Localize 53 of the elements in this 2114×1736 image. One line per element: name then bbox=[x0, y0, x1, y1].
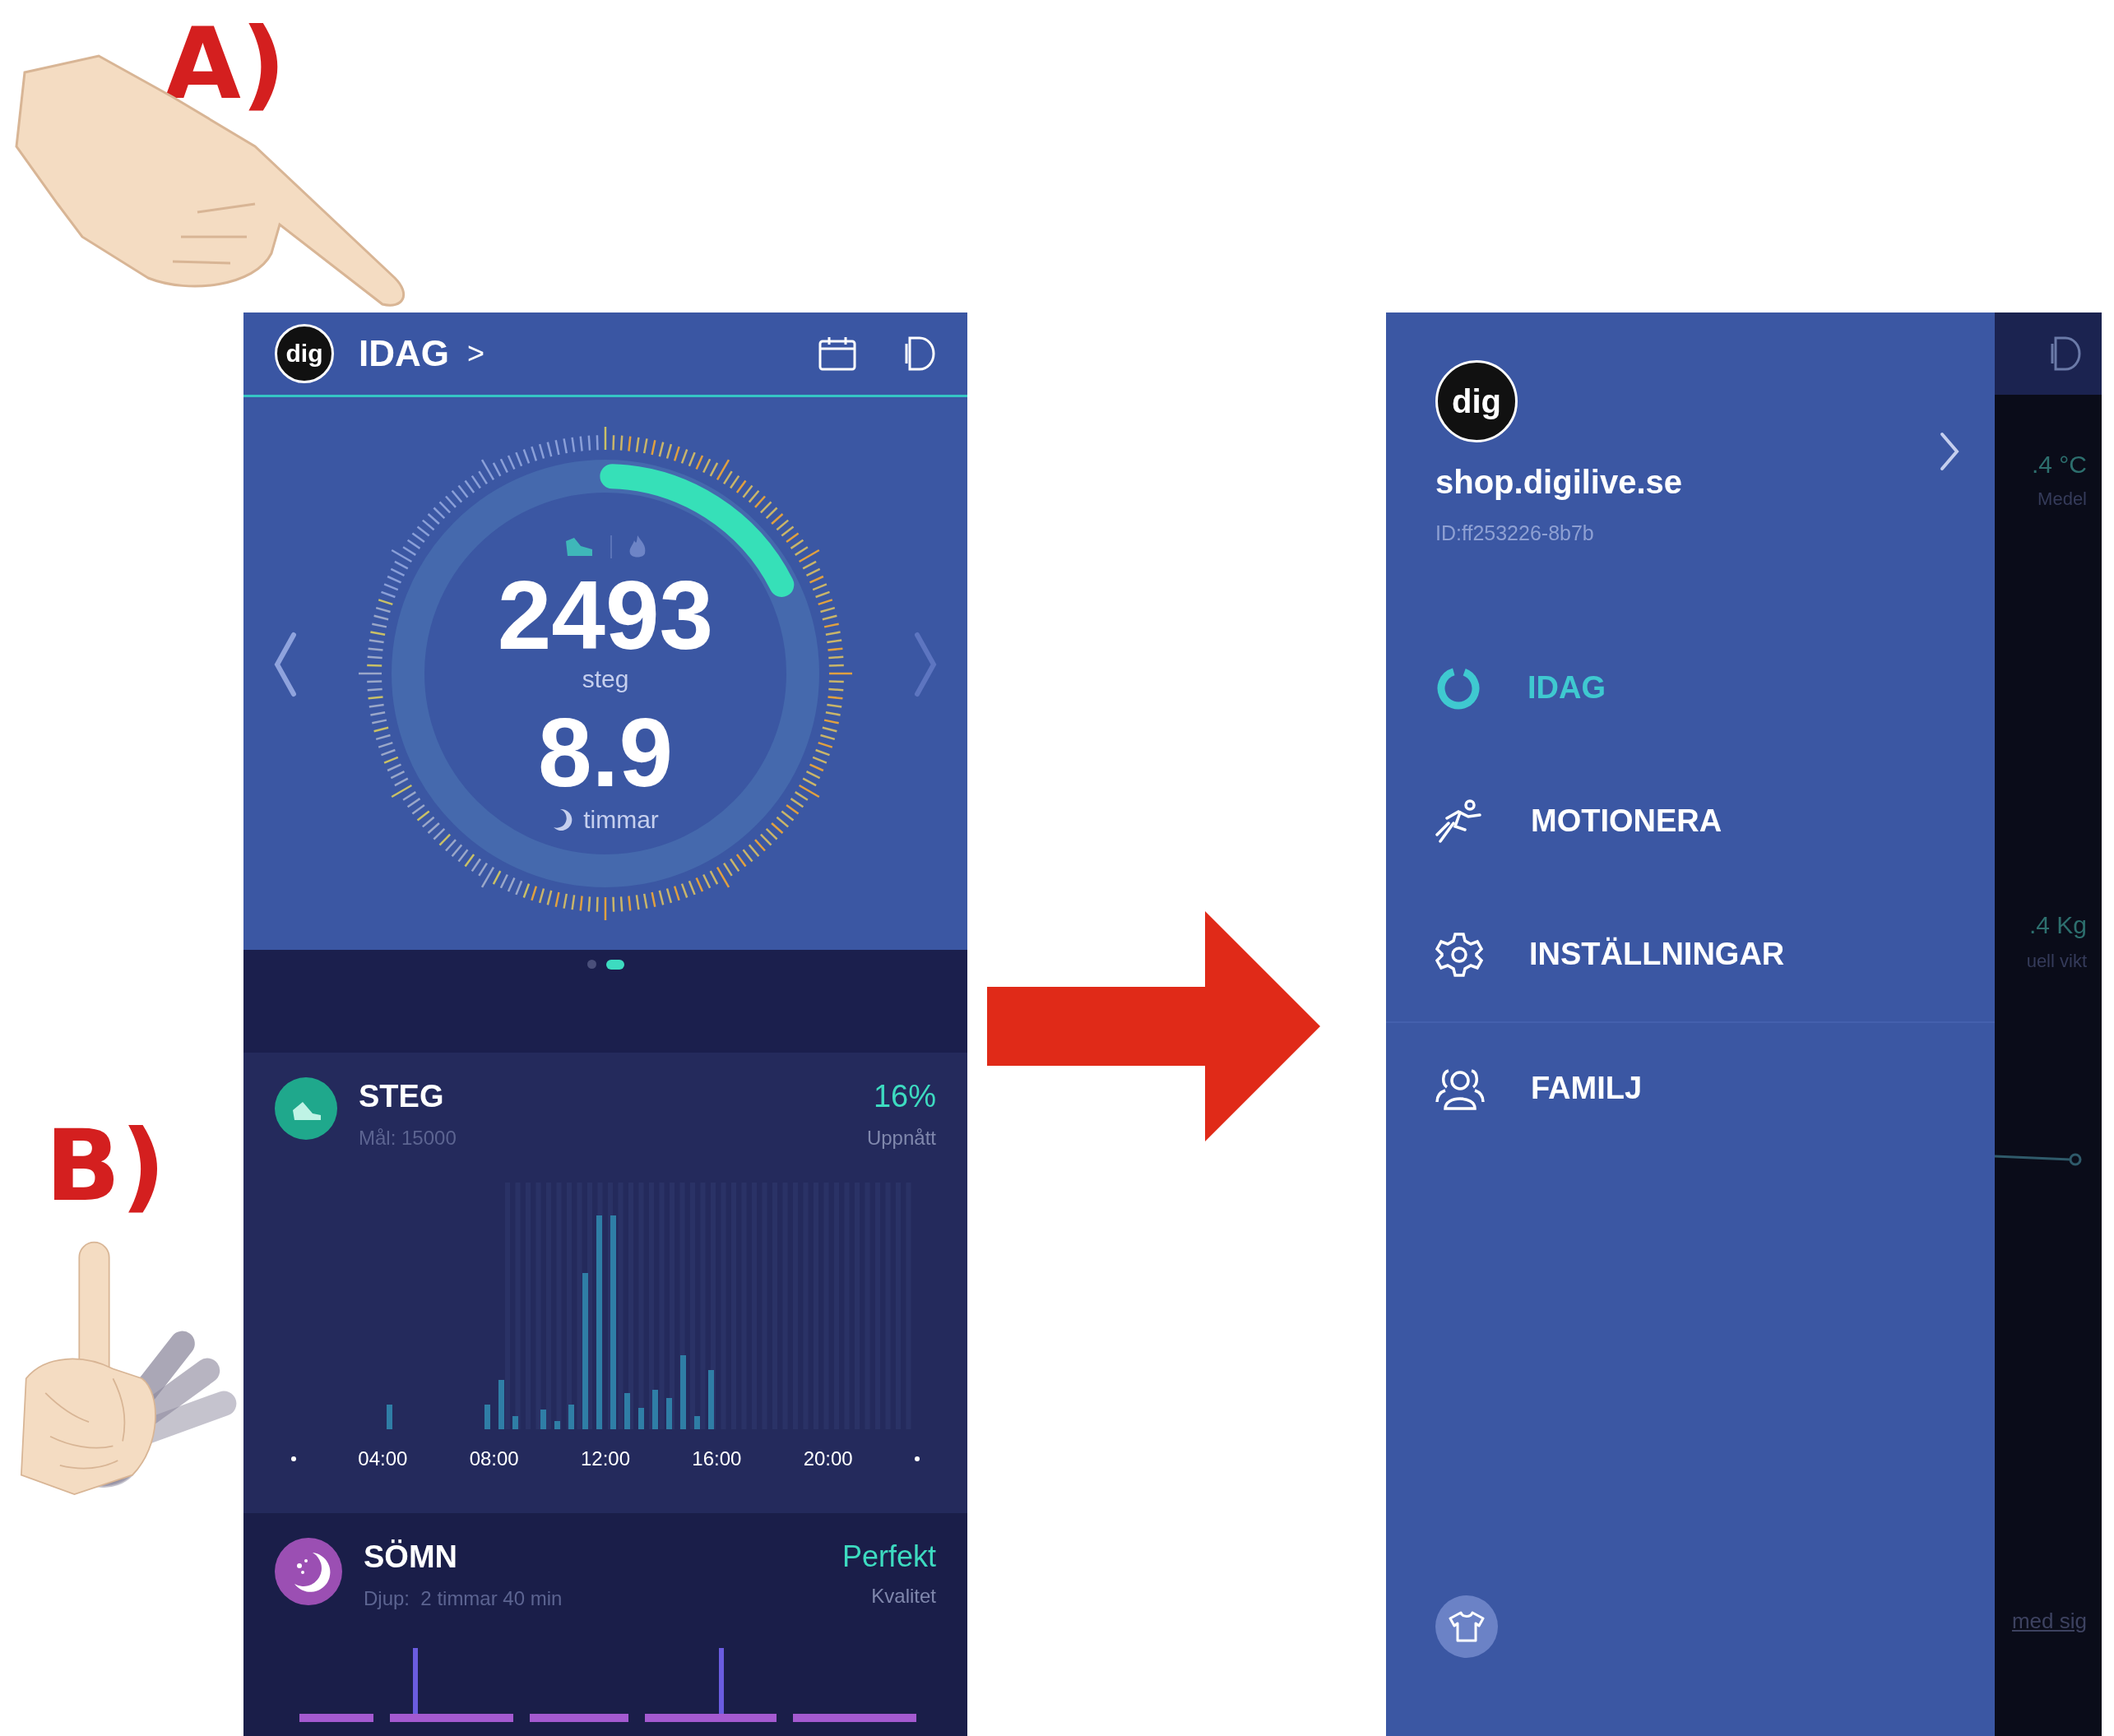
background-text: .4 °C bbox=[2031, 450, 2087, 479]
chart-bar bbox=[694, 1415, 700, 1429]
sleep-detail: Djup: 2 timmar 40 min bbox=[364, 1586, 563, 1611]
background-text: uell vikt bbox=[2026, 950, 2087, 973]
background-text: Medel bbox=[2038, 488, 2087, 511]
chart-bar bbox=[387, 1404, 392, 1429]
chart-bar bbox=[512, 1415, 518, 1429]
background-text: med sig bbox=[2011, 1608, 2087, 1635]
chart-bar bbox=[652, 1389, 658, 1429]
chart-bar bbox=[484, 1404, 490, 1429]
menu-item[interactable]: MOTIONERA bbox=[1386, 754, 1995, 888]
logo: dig bbox=[275, 324, 334, 383]
axis-label: 16:00 bbox=[692, 1446, 742, 1471]
logo: dig bbox=[1435, 360, 1518, 442]
shirt-icon bbox=[1448, 1610, 1486, 1643]
chart-bar bbox=[498, 1379, 504, 1429]
percent-label: Uppnått bbox=[866, 1125, 936, 1150]
axis-label: 04:00 bbox=[358, 1446, 408, 1471]
profile-name[interactable]: shop.digilive.se bbox=[1435, 457, 1945, 507]
profile-id: ID:ff253226-8b7b bbox=[1435, 521, 1595, 546]
chart-bar bbox=[568, 1404, 574, 1429]
moon-icon bbox=[552, 807, 574, 832]
card-title: STEG bbox=[359, 1078, 445, 1115]
axis-label: 08:00 bbox=[469, 1446, 519, 1471]
chart-bar bbox=[624, 1392, 630, 1429]
steps-icon bbox=[275, 1077, 337, 1140]
menu-item[interactable]: INSTÄLLNINGAR bbox=[1386, 887, 1995, 1021]
sleep-unit: timmar bbox=[583, 805, 659, 836]
sleep-hours: 8.9 bbox=[537, 704, 673, 802]
background-text: .4 Kg bbox=[2028, 910, 2087, 940]
header-title[interactable]: IDAG bbox=[359, 326, 449, 381]
quality-label: Kvalitet bbox=[871, 1584, 936, 1609]
calendar-icon[interactable] bbox=[818, 336, 857, 372]
card-title: SÖMN bbox=[364, 1539, 458, 1576]
chart-bar bbox=[638, 1407, 644, 1429]
chevron-right-icon[interactable] bbox=[1939, 431, 1960, 472]
chevron-text[interactable]: > bbox=[467, 331, 485, 376]
chart-bar bbox=[554, 1420, 560, 1429]
sleep-card[interactable]: SÖMN Djup: 2 timmar 40 min Perfekt Kvalitet bbox=[243, 1513, 967, 1736]
steps-card[interactable]: STEG Mål: 15000 16% Uppnått 04:00 08:00 12:00 16:00 20:00 bbox=[243, 1053, 967, 1513]
percent-value: 16% bbox=[873, 1078, 936, 1115]
moon-icon bbox=[275, 1538, 342, 1605]
step-label: A) bbox=[165, 15, 286, 113]
settings-icon bbox=[1435, 930, 1483, 979]
steps-unit: steg bbox=[582, 664, 629, 694]
goal-text: Mål: 15000 bbox=[359, 1125, 457, 1150]
steps-count: 2493 bbox=[497, 566, 714, 664]
chart-bar bbox=[540, 1409, 546, 1429]
chart-bar bbox=[666, 1397, 672, 1429]
quality-value: Perfekt bbox=[841, 1539, 936, 1575]
axis-label: 12:00 bbox=[580, 1446, 631, 1471]
step-label: B) bbox=[45, 1117, 166, 1215]
axis-label: 20:00 bbox=[803, 1446, 853, 1471]
